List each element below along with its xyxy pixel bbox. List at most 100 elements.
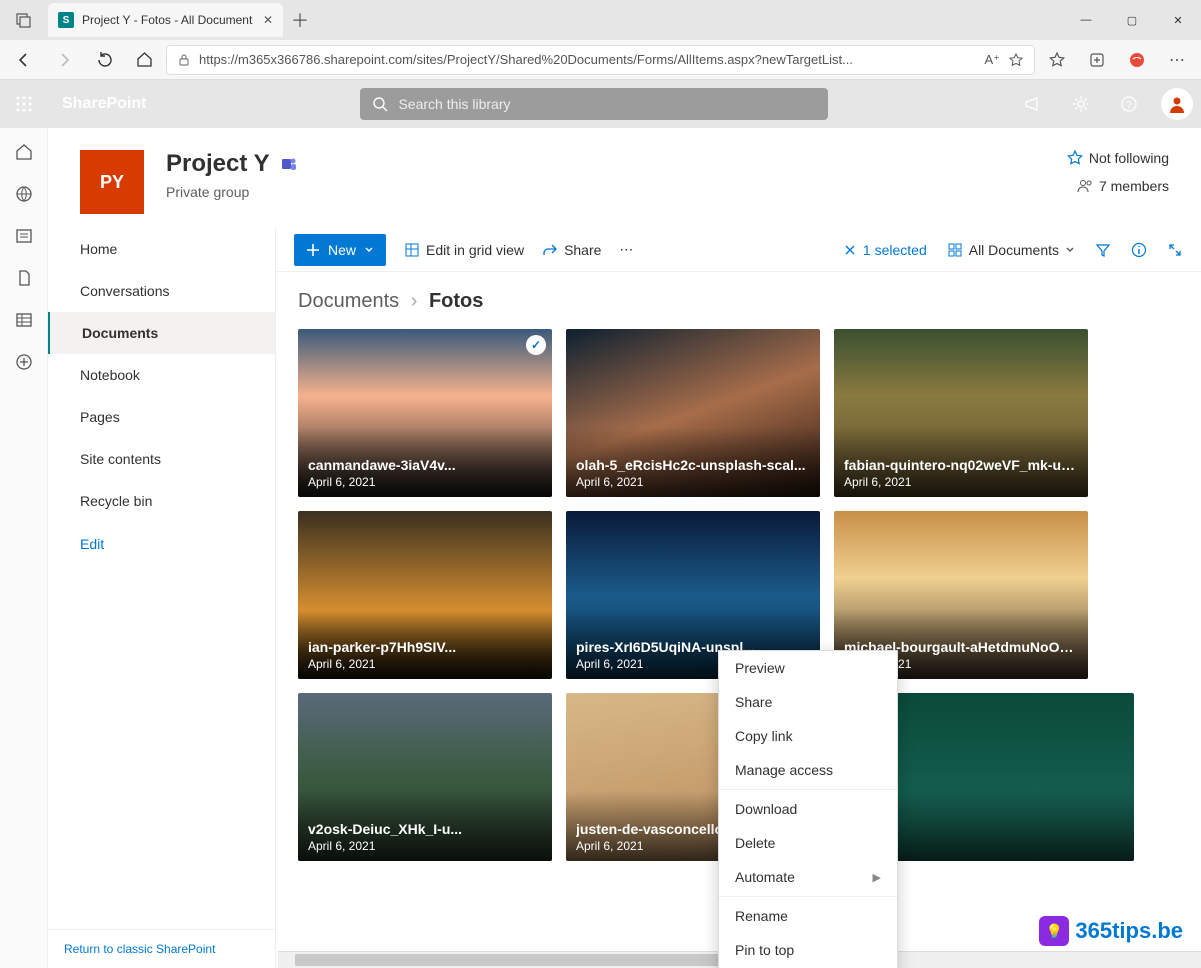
suite-bar: SharePoint ?	[0, 80, 1201, 128]
context-menu: PreviewShareCopy linkManage access Downlo…	[718, 650, 898, 968]
address-bar[interactable]: https://m365x366786.sharepoint.com/sites…	[166, 45, 1035, 75]
nav-item-pages[interactable]: Pages	[48, 396, 275, 438]
nav-edit-link[interactable]: Edit	[48, 522, 275, 566]
nav-item-home[interactable]: Home	[48, 228, 275, 270]
view-selector[interactable]: All Documents	[947, 242, 1075, 258]
refresh-button[interactable]	[86, 44, 122, 76]
collections-button[interactable]	[1079, 44, 1115, 76]
menu-rename[interactable]: Rename	[719, 899, 897, 933]
nav-item-site-contents[interactable]: Site contents	[48, 438, 275, 480]
new-button[interactable]: New	[294, 234, 386, 266]
tile-filename: ian-parker-p7Hh9SIV...	[308, 639, 542, 655]
profile-button[interactable]	[1119, 44, 1155, 76]
nav-item-documents[interactable]: Documents	[48, 312, 275, 354]
filter-icon	[1095, 242, 1111, 258]
megaphone-icon[interactable]	[1009, 80, 1057, 128]
help-icon[interactable]: ?	[1105, 80, 1153, 128]
share-button[interactable]: Share	[542, 242, 601, 258]
favorite-icon[interactable]	[1008, 52, 1024, 68]
rail-files-icon[interactable]	[14, 268, 34, 288]
selection-count[interactable]: 1 selected	[843, 242, 927, 258]
image-tile[interactable]: fabian-quintero-nq02weVF_mk-unsplash-...…	[834, 329, 1088, 497]
filter-button[interactable]	[1095, 242, 1111, 258]
image-tile[interactable]	[880, 693, 1134, 861]
menu-copy-link[interactable]: Copy link	[719, 719, 897, 753]
tile-filename: v2osk-Deiuc_XHk_I-u...	[308, 821, 542, 837]
tile-date: April 6, 2021	[844, 475, 1078, 489]
command-bar: New Edit in grid view Share ⋯	[276, 228, 1201, 272]
chevron-down-icon	[1065, 245, 1075, 255]
browser-tab-strip: S Project Y - Fotos - All Document ✕ ＋ —…	[0, 0, 1201, 40]
menu-delete[interactable]: Delete	[719, 826, 897, 860]
settings-icon[interactable]	[1057, 80, 1105, 128]
info-icon	[1131, 242, 1147, 258]
follow-toggle[interactable]: Not following	[1067, 150, 1169, 166]
tab-actions-button[interactable]	[0, 12, 48, 28]
return-classic-link[interactable]: Return to classic SharePoint	[48, 929, 275, 968]
image-tile[interactable]: olah-5_eRcisHc2c-unsplash-scal... April …	[566, 329, 820, 497]
back-button[interactable]	[6, 44, 42, 76]
window-minimize[interactable]: —	[1063, 5, 1109, 35]
rail-create-icon[interactable]	[14, 352, 34, 372]
menu-automate[interactable]: Automate▶	[719, 860, 897, 894]
search-icon	[372, 96, 388, 112]
breadcrumb-root[interactable]: Documents	[298, 290, 399, 312]
more-button[interactable]: ⋯	[1159, 44, 1195, 76]
breadcrumb: Documents › Fotos	[276, 272, 1201, 319]
browser-toolbar: https://m365x366786.sharepoint.com/sites…	[0, 40, 1201, 80]
window-close[interactable]: ✕	[1155, 5, 1201, 35]
menu-share[interactable]: Share	[719, 685, 897, 719]
rail-globe-icon[interactable]	[14, 184, 34, 204]
reading-mode-icon[interactable]: A⁺	[984, 52, 1000, 68]
tile-date: April 6, 2021	[308, 839, 542, 853]
site-header: PY Project Y Private group Not following…	[48, 128, 1201, 228]
rail-news-icon[interactable]	[14, 226, 34, 246]
menu-download[interactable]: Download	[719, 792, 897, 826]
browser-tab[interactable]: S Project Y - Fotos - All Document ✕	[48, 3, 283, 37]
left-rail	[0, 128, 48, 968]
sharepoint-favicon: S	[58, 12, 74, 28]
tile-date: April 6, 2021	[308, 657, 542, 671]
nav-item-conversations[interactable]: Conversations	[48, 270, 275, 312]
nav-item-recycle-bin[interactable]: Recycle bin	[48, 480, 275, 522]
nav-item-notebook[interactable]: Notebook	[48, 354, 275, 396]
info-button[interactable]	[1131, 242, 1147, 258]
app-launcher[interactable]	[0, 80, 48, 128]
search-input[interactable]	[398, 96, 816, 112]
home-button[interactable]	[126, 44, 162, 76]
menu-pin-to-top[interactable]: Pin to top	[719, 933, 897, 967]
image-tile[interactable]: ian-parker-p7Hh9SIV... April 6, 2021	[298, 511, 552, 679]
user-avatar[interactable]	[1161, 88, 1193, 120]
new-tab-button[interactable]: ＋	[283, 3, 317, 37]
tile-filename: canmandawe-3iaV4v...	[308, 457, 542, 473]
people-icon	[1077, 178, 1093, 194]
menu-manage-access[interactable]: Manage access	[719, 753, 897, 787]
url-text: https://m365x366786.sharepoint.com/sites…	[199, 52, 976, 67]
search-box[interactable]	[360, 88, 828, 120]
svg-text:?: ?	[1126, 100, 1132, 111]
rail-home-icon[interactable]	[14, 142, 34, 162]
window-maximize[interactable]: ▢	[1109, 5, 1155, 35]
expand-button[interactable]	[1167, 242, 1183, 258]
teams-icon[interactable]	[280, 155, 298, 173]
members-link[interactable]: 7 members	[1077, 178, 1169, 194]
tile-filename: olah-5_eRcisHc2c-unsplash-scal...	[576, 457, 810, 473]
site-logo[interactable]: PY	[80, 150, 144, 214]
favorites-button[interactable]	[1039, 44, 1075, 76]
image-tile[interactable]: canmandawe-3iaV4v... April 6, 2021 ✓	[298, 329, 552, 497]
edit-grid-button[interactable]: Edit in grid view	[404, 242, 524, 258]
rail-lists-icon[interactable]	[14, 310, 34, 330]
lock-icon	[177, 53, 191, 67]
chevron-down-icon	[364, 245, 374, 255]
selected-check-icon[interactable]: ✓	[526, 335, 546, 355]
menu-preview[interactable]: Preview	[719, 651, 897, 685]
tile-date: April 6, 2021	[308, 475, 542, 489]
overflow-button[interactable]: ⋯	[619, 241, 633, 258]
sharepoint-brand[interactable]: SharePoint	[48, 95, 160, 113]
watermark-logo: 💡 365tips.be	[1039, 916, 1183, 946]
forward-button[interactable]	[46, 44, 82, 76]
image-tile[interactable]: v2osk-Deiuc_XHk_I-u... April 6, 2021	[298, 693, 552, 861]
close-tab-icon[interactable]: ✕	[263, 13, 273, 27]
main-content: New Edit in grid view Share ⋯	[276, 228, 1201, 968]
expand-icon	[1167, 242, 1183, 258]
